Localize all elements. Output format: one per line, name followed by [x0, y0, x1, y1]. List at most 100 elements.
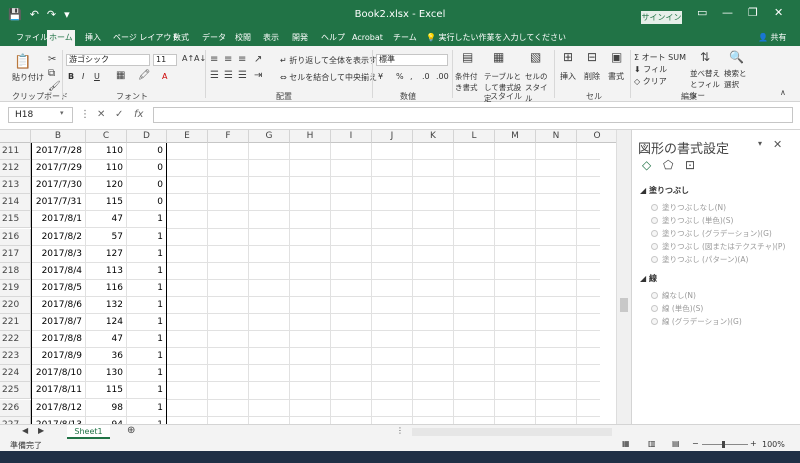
grid-cell[interactable]: 2017/8/1: [31, 211, 86, 229]
zoom-slider[interactable]: [702, 444, 748, 445]
column-header[interactable]: C: [86, 130, 127, 143]
grid-cell[interactable]: 36: [86, 348, 127, 366]
comma-icon[interactable]: ,: [410, 72, 413, 81]
column-header[interactable]: I: [331, 130, 372, 143]
grid-cell[interactable]: 2017/7/28: [31, 143, 86, 160]
row-header[interactable]: 224: [0, 365, 31, 383]
copy-icon[interactable]: ⧉: [48, 68, 55, 79]
row-header[interactable]: 211: [0, 143, 31, 160]
split-handle-icon[interactable]: ⋮: [396, 426, 404, 435]
zoom-slider-thumb[interactable]: [722, 441, 725, 448]
column-header[interactable]: F: [208, 130, 249, 143]
radio-button[interactable]: [651, 256, 658, 263]
grid-cell[interactable]: 120: [86, 177, 127, 195]
add-sheet-icon[interactable]: ⊕: [127, 425, 135, 436]
row-header[interactable]: 217: [0, 245, 31, 263]
grid-cell[interactable]: 1: [127, 228, 167, 246]
grid-cell[interactable]: 2017/8/13: [31, 416, 86, 424]
fill-option[interactable]: 塗りつぶし (図またはテクスチャ)(P): [651, 241, 785, 252]
cut-icon[interactable]: ✂: [48, 54, 56, 65]
vertical-scrollbar[interactable]: [616, 130, 631, 424]
grid-cell[interactable]: 1: [127, 399, 167, 417]
merge-center-button[interactable]: ⇔ セルを結合して中央揃え: [280, 72, 377, 83]
normal-view-icon[interactable]: ▦: [622, 439, 630, 448]
row-header[interactable]: 219: [0, 279, 31, 297]
tab-file[interactable]: ファイル: [14, 30, 50, 46]
row-header[interactable]: 218: [0, 262, 31, 280]
grid-cell[interactable]: 0: [127, 177, 167, 195]
grid-cell[interactable]: 47: [86, 211, 127, 229]
fill-section-header[interactable]: ◢ 塗りつぶし: [640, 185, 689, 196]
grid-cell[interactable]: 2017/7/30: [31, 177, 86, 195]
zoom-in-icon[interactable]: +: [750, 439, 757, 448]
column-header[interactable]: J: [372, 130, 413, 143]
row-header[interactable]: 223: [0, 348, 31, 366]
tab-developer[interactable]: 開発: [290, 30, 310, 46]
number-format-select[interactable]: 標準: [376, 54, 448, 66]
tab-data[interactable]: データ: [200, 30, 228, 46]
row-header[interactable]: 216: [0, 228, 31, 246]
pane-options-icon[interactable]: ▾: [758, 139, 762, 148]
horizontal-scrollbar[interactable]: [412, 428, 612, 436]
wrap-text-button[interactable]: ↵ 折り返して全体を表示する: [280, 55, 385, 66]
tab-view[interactable]: 表示: [261, 30, 281, 46]
grid-cell[interactable]: 0: [127, 194, 167, 212]
tab-help[interactable]: ヘルプ: [319, 30, 347, 46]
row-header[interactable]: 227: [0, 416, 31, 424]
column-header[interactable]: M: [495, 130, 536, 143]
orientation-icon[interactable]: ↗: [254, 54, 262, 65]
grid-cell[interactable]: 1: [127, 262, 167, 280]
grid-cell[interactable]: 2017/8/4: [31, 262, 86, 280]
close-icon[interactable]: ✕: [773, 138, 782, 151]
line-option[interactable]: 線 (単色)(S): [651, 303, 703, 314]
column-header[interactable]: H: [290, 130, 331, 143]
row-header[interactable]: 222: [0, 331, 31, 349]
column-header[interactable]: G: [249, 130, 290, 143]
size-properties-icon[interactable]: ⊡: [685, 158, 695, 172]
select-all-corner[interactable]: [0, 130, 31, 143]
align-bottom-icon[interactable]: ≡: [238, 54, 246, 65]
column-header[interactable]: D: [127, 130, 167, 143]
grid-cell[interactable]: 1: [127, 279, 167, 297]
enter-icon[interactable]: ✓: [115, 109, 123, 120]
cancel-icon[interactable]: ✕: [97, 109, 105, 120]
bold-button[interactable]: B: [68, 72, 74, 81]
zoom-level[interactable]: 100%: [762, 440, 785, 449]
grid-cell[interactable]: 1: [127, 365, 167, 383]
row-header[interactable]: 213: [0, 177, 31, 195]
grid-cell[interactable]: 2017/7/31: [31, 194, 86, 212]
radio-button[interactable]: [651, 292, 658, 299]
cell-style-button[interactable]: セルのスタイル: [525, 71, 551, 104]
format-cells-button[interactable]: 書式: [608, 71, 624, 82]
grid-cell[interactable]: 1: [127, 331, 167, 349]
minimize-icon[interactable]: —: [722, 6, 733, 19]
grid-cell[interactable]: 2017/8/5: [31, 279, 86, 297]
paste-icon[interactable]: 📋: [14, 54, 31, 70]
formula-input[interactable]: [153, 107, 793, 123]
indent-icon[interactable]: ⇥: [254, 70, 262, 81]
autosum-button[interactable]: Σ オート SUM: [634, 52, 686, 63]
grid-cell[interactable]: 110: [86, 160, 127, 178]
column-header[interactable]: K: [413, 130, 454, 143]
clear-button[interactable]: ◇ クリア: [634, 76, 667, 87]
radio-button[interactable]: [651, 217, 658, 224]
row-header[interactable]: 225: [0, 382, 31, 400]
line-section-header[interactable]: ◢ 線: [640, 273, 657, 284]
delete-cells-button[interactable]: 削除: [584, 71, 600, 82]
line-option[interactable]: 線 (グラデーション)(G): [651, 316, 742, 327]
spreadsheet-grid[interactable]: B C D E F G H I J K L M N O 211 2017/7/28 110 0 212 2017/7/…: [0, 130, 631, 424]
grid-cell[interactable]: 113: [86, 262, 127, 280]
fill-option[interactable]: 塗りつぶしなし(N): [651, 202, 726, 213]
grid-cell[interactable]: 110: [86, 143, 127, 160]
grid-cell[interactable]: 98: [86, 399, 127, 417]
column-header[interactable]: O: [577, 130, 618, 143]
grid-cell[interactable]: 2017/8/2: [31, 228, 86, 246]
line-option[interactable]: 線なし(N): [651, 290, 696, 301]
grid-cell[interactable]: 2017/8/8: [31, 331, 86, 349]
ribbon-display-icon[interactable]: ▭: [697, 6, 707, 19]
insert-cells-icon[interactable]: ⊞: [563, 50, 573, 64]
grid-cell[interactable]: 1: [127, 348, 167, 366]
fill-option[interactable]: 塗りつぶし (単色)(S): [651, 215, 733, 226]
fill-color-icon[interactable]: 🖍: [138, 70, 151, 81]
grid-cell[interactable]: 2017/8/7: [31, 314, 86, 331]
